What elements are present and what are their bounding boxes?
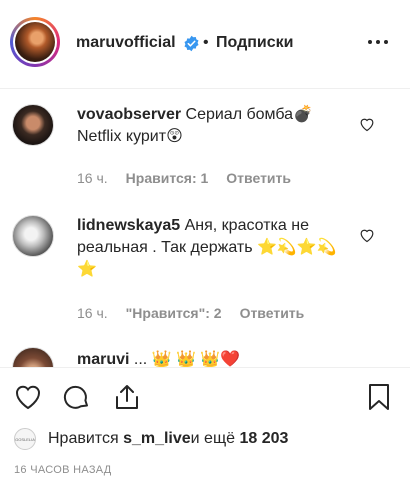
follow-button[interactable]: Подписки: [216, 34, 293, 52]
comment-meta: 16 ч. Нравится: 1 Ответить: [77, 170, 291, 186]
commenter-username[interactable]: lidnewskaya5: [77, 217, 180, 234]
more-options-icon[interactable]: [368, 34, 392, 50]
commenter-username[interactable]: maruvi: [77, 351, 129, 367]
commenter-username[interactable]: vovaobserver: [77, 106, 181, 123]
likes-middle: и ещё: [190, 430, 236, 447]
commenter-avatar[interactable]: [12, 104, 54, 146]
reply-button[interactable]: Ответить: [226, 170, 291, 186]
post-timestamp: 16 ЧАСОВ НАЗАД: [14, 464, 112, 476]
likes-prefix: Нравится: [48, 430, 119, 447]
likes-count[interactable]: 18 203: [239, 430, 288, 448]
commenter-avatar[interactable]: [12, 347, 54, 367]
likes-summary: GOSLELIA Нравится s_m_live и ещё 18 203: [14, 426, 288, 452]
comment-text: ... 👑 👑 👑❤️: [129, 351, 241, 367]
header-separator: •: [203, 34, 209, 51]
comment-time: 16 ч.: [77, 305, 108, 321]
comment-time: 16 ч.: [77, 170, 108, 186]
comment-body: lidnewskaya5 Аня, красотка не реальная .…: [77, 215, 355, 281]
reply-button[interactable]: Ответить: [240, 305, 305, 321]
verified-icon: [184, 35, 199, 52]
post-actions: GOSLELIA Нравится s_m_live и ещё 18 203 …: [0, 367, 410, 501]
comment-body: vovaobserver Сериал бомба💣 Netflix курит…: [77, 104, 355, 148]
post-header: maruvofficial • Подписки: [0, 0, 410, 89]
liker-username[interactable]: s_m_live: [123, 430, 191, 448]
like-heart-icon[interactable]: [358, 227, 376, 243]
profile-username[interactable]: maruvofficial: [76, 34, 176, 52]
commenter-avatar[interactable]: [12, 215, 54, 257]
comment-likes[interactable]: "Нравится": 2: [126, 305, 222, 321]
comments-list[interactable]: vovaobserver Сериал бомба💣 Netflix курит…: [0, 89, 410, 367]
liker-avatar[interactable]: GOSLELIA: [14, 428, 36, 450]
profile-avatar[interactable]: [10, 17, 60, 67]
comment-meta: 16 ч. "Нравится": 2 Ответить: [77, 305, 304, 321]
comment-likes[interactable]: Нравится: 1: [126, 170, 209, 186]
bookmark-icon[interactable]: [364, 382, 394, 412]
comment-body: maruvi ... 👑 👑 👑❤️: [77, 349, 355, 367]
share-icon[interactable]: [112, 382, 142, 412]
like-icon[interactable]: [13, 382, 43, 412]
comment-icon[interactable]: [62, 382, 92, 412]
like-heart-icon[interactable]: [358, 116, 376, 132]
